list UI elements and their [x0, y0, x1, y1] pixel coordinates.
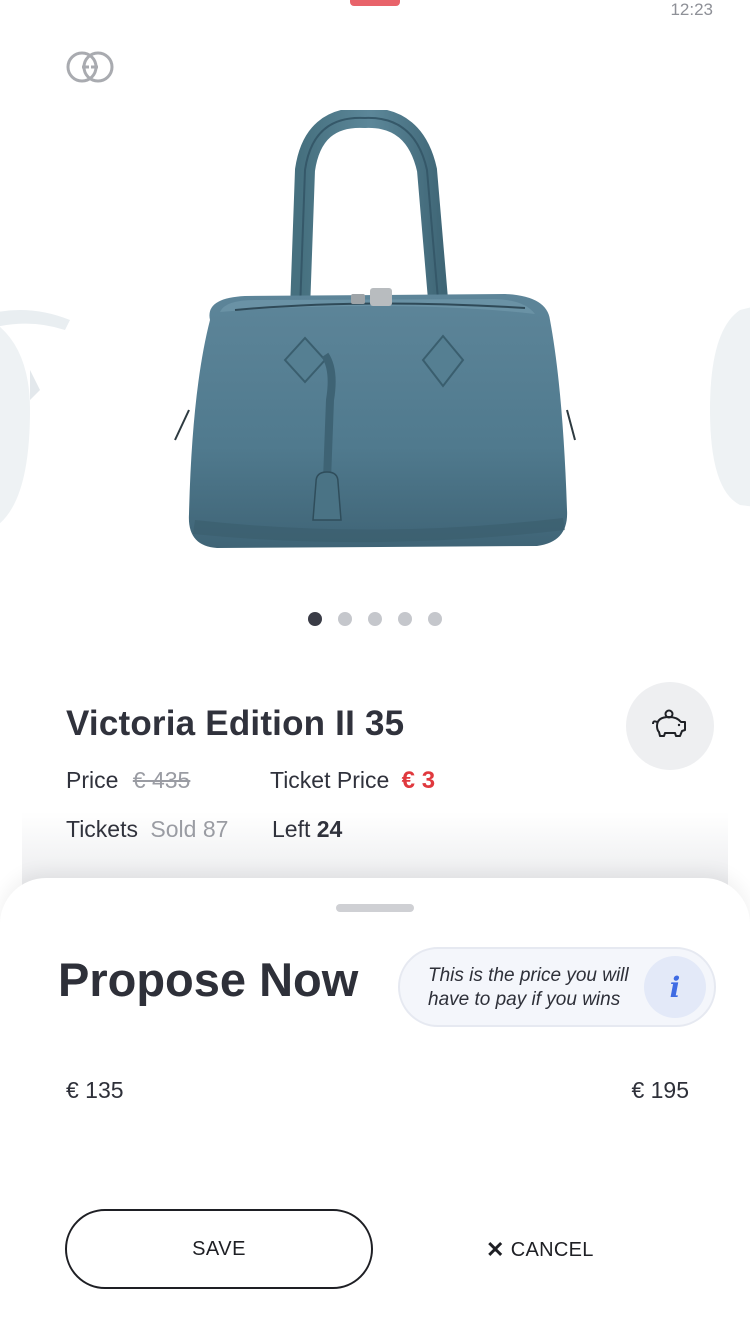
price-row: Price € 435 — [66, 767, 190, 794]
screen: 12:23 Victoria Edition II 35 Price € 435… — [0, 0, 750, 1334]
cancel-label: CANCEL — [510, 1238, 594, 1261]
notification-indicator — [350, 0, 400, 6]
tickets-row: Tickets Sold 87 — [66, 816, 228, 843]
product-image[interactable] — [165, 110, 585, 560]
ticket-price-row: Ticket Price € 3 — [270, 767, 435, 795]
price-info-text: This is the price you will have to pay i… — [428, 965, 629, 1010]
price-value: € 435 — [132, 767, 191, 793]
carousel-dot-4[interactable] — [398, 612, 412, 626]
close-icon: ✕ — [486, 1237, 505, 1262]
save-button[interactable]: SAVE — [65, 1209, 373, 1289]
ticket-price-label: Ticket Price — [270, 767, 390, 793]
carousel-dot-2[interactable] — [338, 612, 352, 626]
tickets-sold-value: Sold 87 — [150, 816, 229, 842]
sheet-title: Propose Now — [58, 953, 359, 1006]
piggy-bank-button[interactable] — [626, 682, 714, 770]
tickets-left-value: 24 — [316, 816, 343, 842]
next-product-image[interactable] — [700, 290, 750, 520]
previous-product-image[interactable] — [0, 290, 80, 540]
carousel-dot-1[interactable] — [308, 612, 322, 626]
tickets-left-row: Left 24 — [272, 816, 342, 843]
status-time: 12:23 — [670, 0, 713, 19]
piggy-bank-icon — [652, 709, 686, 737]
sheet-drag-handle[interactable] — [336, 904, 414, 912]
cancel-button[interactable]: ✕ CANCEL — [486, 1235, 594, 1265]
carousel-pagination[interactable] — [0, 612, 750, 626]
product-title: Victoria Edition II 35 — [66, 704, 405, 743]
carousel-dot-3[interactable] — [368, 612, 382, 626]
price-range-max: € 195 — [631, 1077, 689, 1103]
gucci-logo-icon — [66, 51, 114, 83]
carousel-dot-5[interactable] — [428, 612, 442, 626]
tickets-left-label: Left — [272, 816, 311, 842]
price-range-min: € 135 — [66, 1077, 124, 1103]
info-icon[interactable]: i — [644, 956, 706, 1018]
price-info-tooltip: This is the price you will have to pay i… — [398, 947, 716, 1027]
price-label: Price — [66, 767, 119, 793]
ticket-price-value: € 3 — [401, 767, 436, 794]
tickets-label: Tickets — [66, 816, 138, 842]
